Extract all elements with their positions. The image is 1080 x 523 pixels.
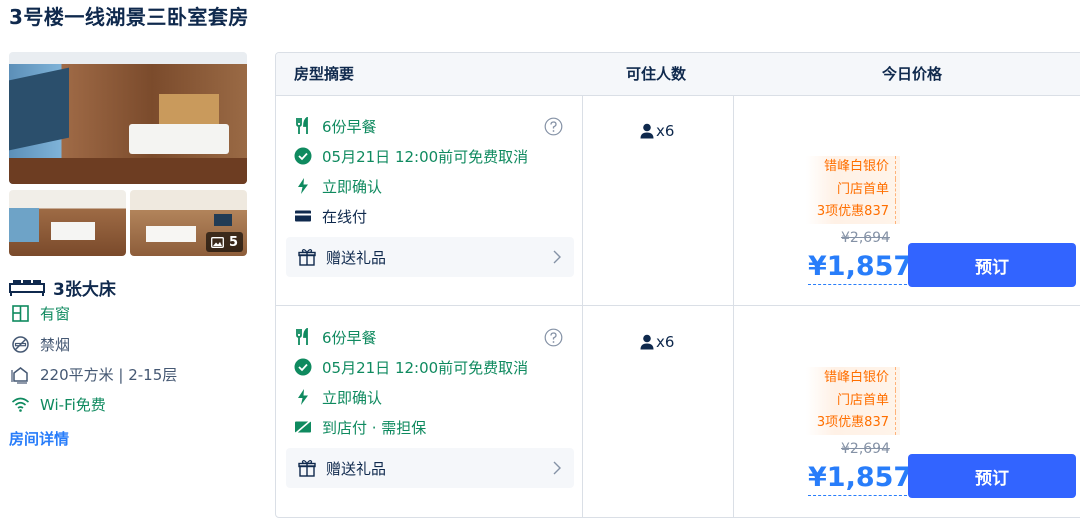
breakfast-perk: 6份早餐 [294, 326, 377, 348]
payment-label: 到店付 · 需担保 [322, 418, 427, 437]
smoking-feature: 禁烟 [11, 333, 70, 355]
original-price: ¥2,694 [841, 230, 890, 246]
payment-label: 在线付 [322, 207, 368, 226]
rate-table: 房型摘要 可住人数 今日价格 6份早餐 05月21日 12:00前可免费取消 立… [275, 52, 1080, 518]
person-icon [640, 334, 654, 350]
room-photo-thumb[interactable] [9, 190, 126, 256]
area-label: 220平方米 | 2-15层 [40, 365, 178, 384]
book-button[interactable]: 预订 [908, 454, 1076, 498]
breakfast-label: 6份早餐 [322, 117, 377, 136]
person-icon [640, 123, 654, 139]
confirm-label: 立即确认 [322, 177, 383, 196]
gift-row[interactable]: 赠送礼品 [286, 448, 574, 488]
occupancy: x6 [640, 122, 674, 140]
promo-tags: 错峰白银价 门店首单 3项优惠837 [806, 156, 900, 224]
area-feature: 220平方米 | 2-15层 [11, 363, 177, 385]
bed-label: 3张大床 [53, 280, 116, 300]
card-icon [295, 210, 311, 222]
gift-label: 赠送礼品 [326, 459, 387, 478]
room-main-photo[interactable] [9, 52, 247, 184]
cancel-perk: 05月21日 12:00前可免费取消 [294, 145, 528, 167]
promo-tag: 错峰白银价 [806, 367, 896, 390]
chevron-right-icon [553, 250, 561, 264]
payment-perk: 在线付 [294, 205, 367, 227]
wifi-icon [11, 397, 30, 412]
header-summary: 房型摘要 [294, 65, 355, 83]
promo-tag: 门店首单 [806, 389, 896, 412]
breakfast-label: 6份早餐 [322, 328, 377, 347]
occupancy-label: x6 [656, 122, 675, 140]
confirm-perk: 立即确认 [294, 175, 382, 197]
check-circle-icon [294, 147, 312, 165]
page-title: 3号楼一线湖景三卧室套房 [9, 5, 249, 29]
help-icon[interactable] [544, 328, 563, 347]
rate-row: 6份早餐 05月21日 12:00前可免费取消 立即确认 到店付 · 需担保 赠… [276, 307, 1080, 517]
cancel-label: 05月21日 12:00前可免费取消 [322, 147, 529, 166]
rate-row: 6份早餐 05月21日 12:00前可免费取消 立即确认 在线付 赠送礼品 x6… [276, 96, 1080, 306]
wifi-label: Wi-Fi免费 [40, 395, 106, 414]
chevron-right-icon [553, 461, 561, 475]
gift-icon [298, 460, 316, 477]
gift-row[interactable]: 赠送礼品 [286, 237, 574, 277]
payment-perk: 到店付 · 需担保 [294, 416, 426, 438]
photo-count: 5 [228, 234, 238, 250]
gift-label: 赠送礼品 [326, 248, 387, 267]
no-smoking-icon [12, 335, 29, 353]
window-label: 有窗 [40, 304, 71, 323]
promo-tag: 门店首单 [806, 178, 896, 201]
photo-count-badge[interactable]: 5 [205, 232, 243, 252]
promo-tag: 3项优惠837 [806, 412, 896, 435]
cancel-label: 05月21日 12:00前可免费取消 [322, 358, 529, 377]
bed-icon [9, 279, 45, 296]
occupancy-label: x6 [656, 333, 675, 351]
area-icon [11, 366, 28, 384]
bed-info: 3张大床 [9, 275, 116, 300]
lightning-icon [298, 389, 308, 405]
price[interactable]: ¥1,857 [808, 250, 913, 285]
book-button[interactable]: 预订 [908, 243, 1076, 287]
occupancy: x6 [640, 333, 674, 351]
breakfast-perk: 6份早餐 [294, 115, 377, 137]
utensils-icon [296, 117, 308, 134]
promo-tag: 3项优惠837 [806, 201, 896, 224]
lightning-icon [298, 178, 308, 194]
header-price: 今日价格 [882, 65, 943, 83]
pay-at-hotel-icon [295, 420, 311, 434]
promo-tag: 错峰白银价 [806, 156, 896, 179]
table-header: 房型摘要 可住人数 今日价格 [276, 53, 1080, 96]
smoking-label: 禁烟 [40, 335, 71, 354]
check-circle-icon [294, 358, 312, 376]
promo-tags: 错峰白银价 门店首单 3项优惠837 [806, 367, 900, 435]
cancel-perk: 05月21日 12:00前可免费取消 [294, 356, 528, 378]
header-occupancy: 可住人数 [626, 65, 687, 83]
window-icon [12, 304, 29, 322]
original-price: ¥2,694 [841, 441, 890, 457]
image-icon [211, 236, 224, 248]
confirm-label: 立即确认 [322, 388, 383, 407]
utensils-icon [296, 328, 308, 345]
wifi-feature: Wi-Fi免费 [11, 393, 106, 415]
window-feature: 有窗 [11, 302, 70, 324]
gift-icon [298, 249, 316, 266]
confirm-perk: 立即确认 [294, 386, 382, 408]
help-icon[interactable] [544, 117, 563, 136]
price[interactable]: ¥1,857 [808, 461, 913, 496]
room-detail-link[interactable]: 房间详情 [9, 428, 69, 449]
room-photo-thumb[interactable]: 5 [130, 190, 247, 256]
